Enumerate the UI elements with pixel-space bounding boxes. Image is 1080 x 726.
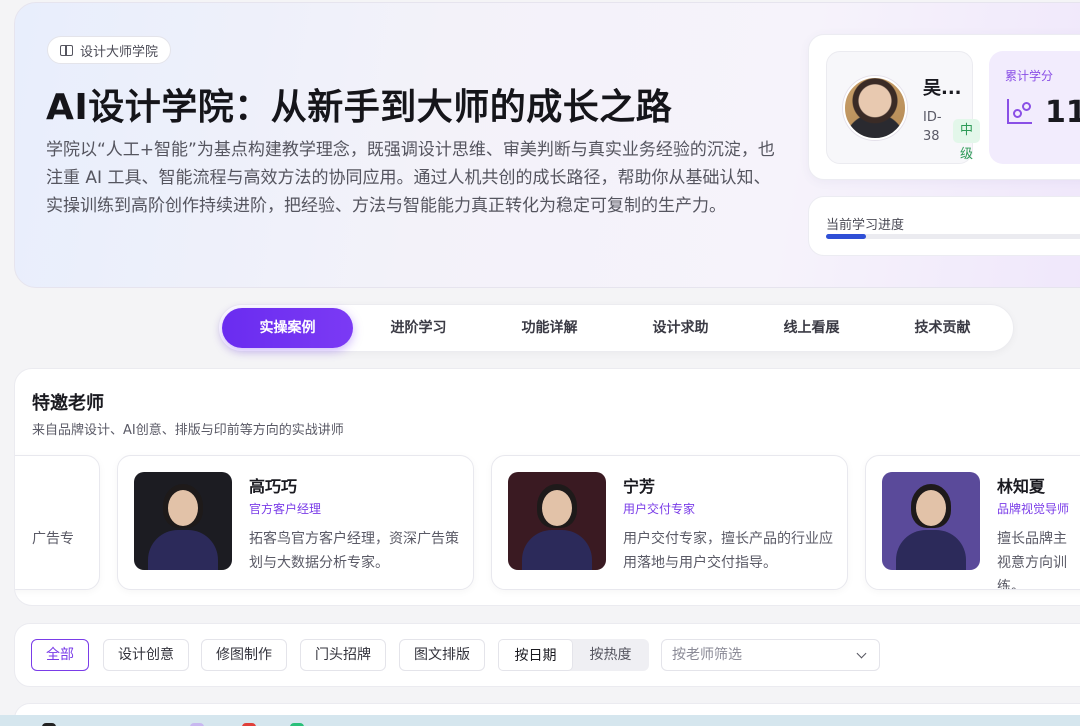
user-id: ID-38 <box>923 110 942 144</box>
teacher-desc: 擅长品牌主视意方向训练。 <box>997 531 1067 590</box>
page-title: AI设计学院：从新手到大师的成长之路 <box>46 87 673 128</box>
teacher-role: 品牌视觉导师 <box>997 502 1070 516</box>
progress-label: 当前学习进度 <box>826 218 905 233</box>
teacher-card[interactable]: 宁芳 用户交付专家 用户交付专家，擅长产品的行业应用落地与用户交付指导。 <box>491 455 848 590</box>
credit-card: 累计学分 11 <box>989 51 1080 164</box>
credit-value: 11 <box>1045 95 1080 130</box>
book-icon <box>60 44 73 56</box>
hero-description: 学院以“人工+智能”为基点构建教学理念，既强调设计思维、审美判断与真实业务经验的… <box>46 140 775 216</box>
teacher-desc: 用户交付专家，擅长产品的行业应用落地与用户交付指导。 <box>623 531 833 571</box>
teacher-filter-placeholder: 按老师筛选 <box>672 647 742 663</box>
teacher-desc: 拓客鸟官方客户经理，资深广告策划与大数据分析专家。 <box>249 531 459 571</box>
filter-storefront-signs[interactable]: 门头招牌 <box>300 639 386 671</box>
teacher-card-partial[interactable]: 广告专 <box>15 455 100 590</box>
level-badge: 中级 <box>953 119 981 162</box>
teacher-card[interactable]: 高巧巧 官方客户经理 拓客鸟官方客户经理，资深广告策划与大数据分析专家。 <box>117 455 474 590</box>
tab-practice-cases[interactable]: 实操案例 <box>222 308 353 348</box>
teacher-name: 林知夏 <box>997 477 1046 496</box>
teacher-desc: 广告专 <box>32 531 74 547</box>
filter-layout[interactable]: 图文排版 <box>399 639 485 671</box>
tab-advanced-learning[interactable]: 进阶学习 <box>353 308 484 348</box>
filter-photo-editing[interactable]: 修图制作 <box>201 639 287 671</box>
profile-panel: 吴... ID-38 中级 累计学分 11 <box>808 34 1080 180</box>
progress-fill <box>826 234 866 239</box>
teacher-name: 高巧巧 <box>249 477 298 496</box>
teacher-role: 用户交付专家 <box>623 502 696 516</box>
sort-toggle: 按日期 按热度 <box>498 639 649 671</box>
teachers-section: 特邀老师 来自品牌设计、AI创意、排版与印前等方向的实战讲师 广告专 高巧巧 官… <box>14 368 1080 606</box>
tab-tech-contribution[interactable]: 技术贡献 <box>877 308 1008 348</box>
section-subtitle: 来自品牌设计、AI创意、排版与印前等方向的实战讲师 <box>32 423 344 438</box>
sort-by-popularity[interactable]: 按热度 <box>573 639 648 671</box>
teacher-role: 官方客户经理 <box>249 502 322 516</box>
filter-design-creative[interactable]: 设计创意 <box>103 639 189 671</box>
taskbar <box>0 715 1080 726</box>
user-name: 吴... <box>923 78 962 99</box>
filter-all[interactable]: 全部 <box>31 639 89 671</box>
chevron-down-icon <box>856 648 867 659</box>
teacher-photo <box>882 472 980 570</box>
teacher-photo <box>508 472 606 570</box>
hero-tag-label: 设计大师学院 <box>80 44 159 60</box>
filter-bar: 全部 设计创意 修图制作 门头招牌 图文排版 按日期 按热度 按老师筛选 <box>14 623 1080 687</box>
section-title: 特邀老师 <box>32 393 104 414</box>
credit-label: 累计学分 <box>1005 69 1054 83</box>
progress-panel: 当前学习进度 <box>808 196 1080 256</box>
avatar <box>843 76 907 140</box>
category-tabs: 实操案例 进阶学习 功能详解 设计求助 线上看展 技术贡献 <box>218 304 1014 352</box>
progress-bar <box>826 234 1080 239</box>
chart-icon <box>1007 99 1032 124</box>
tab-design-help[interactable]: 设计求助 <box>615 308 746 348</box>
teacher-photo <box>134 472 232 570</box>
hero-tag: 设计大师学院 <box>47 36 172 64</box>
teacher-name: 宁芳 <box>623 477 656 496</box>
teacher-filter-select[interactable]: 按老师筛选 <box>661 639 880 671</box>
tab-feature-details[interactable]: 功能详解 <box>484 308 615 348</box>
sort-by-date[interactable]: 按日期 <box>498 639 573 671</box>
user-card[interactable]: 吴... ID-38 中级 <box>826 51 981 164</box>
tab-online-exhibition[interactable]: 线上看展 <box>746 308 877 348</box>
teacher-card[interactable]: 林知夏 品牌视觉导师 擅长品牌主视意方向训练。 <box>865 455 1080 590</box>
